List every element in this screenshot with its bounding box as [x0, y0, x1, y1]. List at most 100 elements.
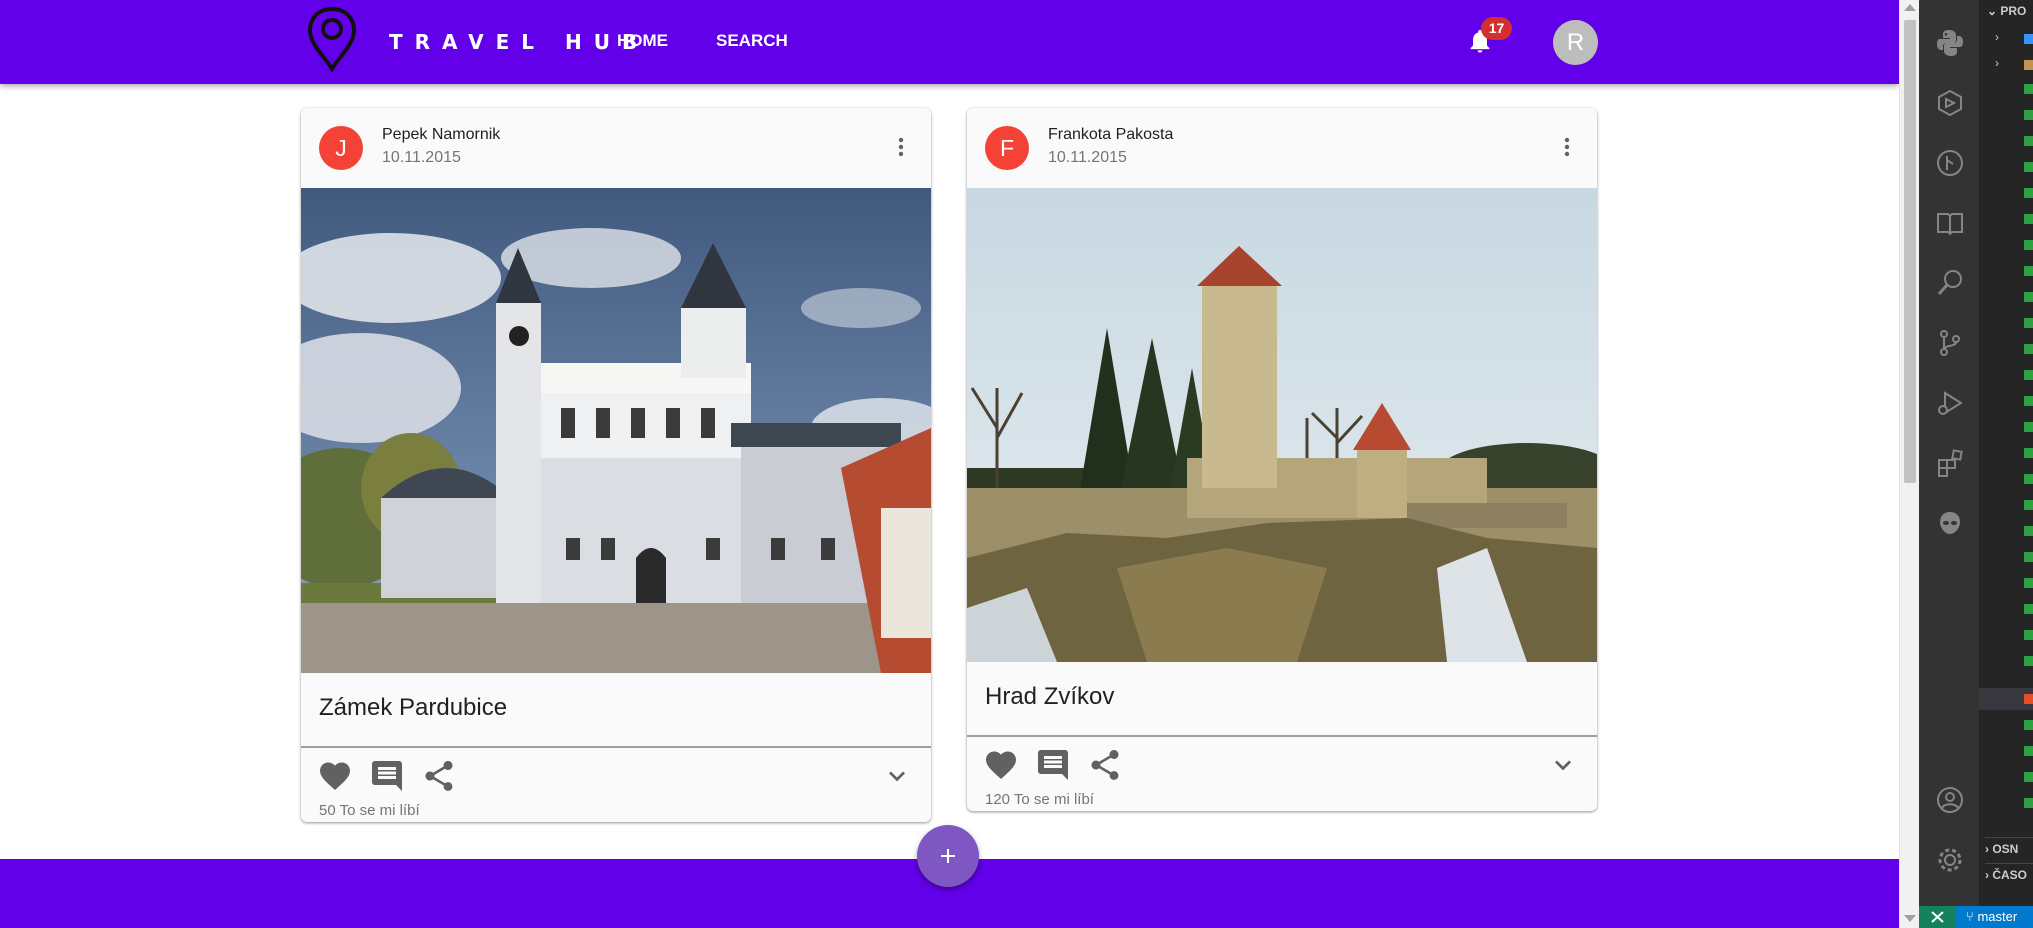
- file-icon: [2024, 110, 2033, 120]
- file-icon: [2024, 318, 2033, 328]
- scroll-down-arrow[interactable]: [1904, 915, 1916, 922]
- file-icon: [2024, 266, 2033, 276]
- alien-icon[interactable]: [1935, 508, 1965, 538]
- tree-folder-row[interactable]: ›: [1995, 30, 1999, 44]
- chevron-down-icon[interactable]: [881, 760, 913, 792]
- git-branch[interactable]: ⑂ master: [1966, 909, 2017, 924]
- notification-badge: 17: [1481, 17, 1512, 40]
- editor-status-bar: ⑂ master: [1919, 906, 2033, 928]
- more-vert-icon[interactable]: [1555, 132, 1579, 162]
- page-scrollbar[interactable]: [1899, 0, 1919, 928]
- file-icon: [2024, 630, 2033, 640]
- app-bar: TRAVEL HUB HOME SEARCH 17 R: [0, 0, 1899, 84]
- card-divider: [301, 746, 931, 748]
- post-card: F Frankota Pakosta 10.11.2015 Hrad Zvíko…: [967, 108, 1597, 811]
- branch-label: master: [1977, 909, 2018, 924]
- chevron-down-icon[interactable]: [1547, 749, 1579, 781]
- file-icon: [2024, 292, 2033, 302]
- post-actions: [301, 751, 931, 801]
- gear-icon[interactable]: [1935, 845, 1965, 875]
- brand-title[interactable]: TRAVEL HUB: [389, 30, 649, 54]
- post-actions: [967, 740, 1597, 790]
- heart-icon[interactable]: [983, 747, 1019, 783]
- nav-home-link[interactable]: HOME: [617, 31, 668, 51]
- castle-pardubice-photo: [301, 188, 931, 673]
- git-graph-icon[interactable]: [1935, 148, 1965, 178]
- share-icon[interactable]: [1087, 747, 1123, 783]
- more-vert-icon[interactable]: [889, 132, 913, 162]
- outline-section-label: OSN: [1992, 842, 2019, 856]
- explorer-panel: ⌄ PRO › › › OSN › ČASO: [1979, 0, 2033, 906]
- file-icon: [2024, 474, 2033, 484]
- file-icon: [2024, 578, 2033, 588]
- file-icon: [2024, 604, 2033, 614]
- file-icon: [2024, 694, 2033, 704]
- travel-hub-app: TRAVEL HUB HOME SEARCH 17 R J Pepek Namo…: [0, 0, 1899, 928]
- post-title: Hrad Zvíkov: [985, 683, 1115, 710]
- post-image: [967, 188, 1597, 662]
- add-post-button[interactable]: [917, 825, 979, 887]
- comment-icon[interactable]: [369, 758, 405, 794]
- file-icon: [2024, 188, 2033, 198]
- file-icon: [2024, 136, 2033, 146]
- file-icon: [2024, 214, 2033, 224]
- author-avatar: J: [319, 126, 363, 170]
- author-name: Pepek Namornik: [382, 126, 501, 143]
- run-debug-icon[interactable]: [1935, 388, 1965, 418]
- explorer-header[interactable]: ⌄ PRO: [1987, 4, 2026, 18]
- file-icon: [2024, 500, 2033, 510]
- post-date: 10.11.2015: [382, 149, 461, 166]
- file-icon: [2024, 370, 2033, 380]
- post-header: F Frankota Pakosta 10.11.2015: [967, 108, 1597, 188]
- file-icon: [2024, 552, 2033, 562]
- file-icon: [2024, 772, 2033, 782]
- file-icon: [2024, 448, 2033, 458]
- file-icon: [2024, 720, 2033, 730]
- file-icon: [2024, 162, 2033, 172]
- scroll-up-arrow[interactable]: [1904, 4, 1916, 11]
- comment-icon[interactable]: [1035, 747, 1071, 783]
- plus-icon: [941, 849, 955, 863]
- author-avatar: F: [985, 126, 1029, 170]
- file-icon: [2024, 344, 2033, 354]
- likes-count: 120 To se mi líbí: [985, 791, 1094, 808]
- timeline-section[interactable]: › ČASO: [1985, 863, 2033, 882]
- file-icon: [2024, 656, 2033, 666]
- folder-icon: [2024, 60, 2033, 70]
- post-header: J Pepek Namornik 10.11.2015: [301, 108, 931, 188]
- heart-icon[interactable]: [317, 758, 353, 794]
- branch-icon: ⑂: [1966, 909, 1974, 924]
- source-control-icon[interactable]: [1935, 328, 1965, 358]
- post-title: Zámek Pardubice: [319, 694, 508, 721]
- python-icon[interactable]: [1935, 28, 1965, 58]
- remote-indicator[interactable]: [1919, 906, 1956, 928]
- file-icon: [2024, 34, 2033, 44]
- book-icon[interactable]: [1935, 208, 1965, 238]
- map-pin-icon[interactable]: [306, 6, 358, 72]
- file-icon: [2024, 422, 2033, 432]
- file-icon: [2024, 746, 2033, 756]
- file-icon: [2024, 526, 2033, 536]
- outline-section[interactable]: › OSN: [1985, 837, 2033, 856]
- remote-icon: [1931, 911, 1944, 923]
- file-icon: [2024, 84, 2033, 94]
- author-name: Frankota Pakosta: [1048, 126, 1174, 143]
- file-icon: [2024, 240, 2033, 250]
- editor-activity-bar: [1919, 0, 1979, 906]
- scroll-thumb[interactable]: [1904, 20, 1916, 483]
- file-icon: [2024, 798, 2033, 808]
- explorer-header-label: PRO: [2000, 4, 2027, 18]
- castle-zvikov-photo: [967, 188, 1597, 662]
- deploy-icon[interactable]: [1935, 88, 1965, 118]
- search-icon[interactable]: [1935, 268, 1965, 298]
- user-avatar[interactable]: R: [1553, 20, 1598, 65]
- likes-count: 50 To se mi líbí: [319, 802, 420, 819]
- tree-folder-row[interactable]: ›: [1995, 56, 1999, 70]
- extensions-icon[interactable]: [1935, 448, 1965, 478]
- card-divider: [967, 735, 1597, 737]
- timeline-section-label: ČASO: [1992, 868, 2028, 882]
- share-icon[interactable]: [421, 758, 457, 794]
- nav-search-link[interactable]: SEARCH: [716, 31, 788, 51]
- post-date: 10.11.2015: [1048, 149, 1127, 166]
- account-icon[interactable]: [1935, 785, 1965, 815]
